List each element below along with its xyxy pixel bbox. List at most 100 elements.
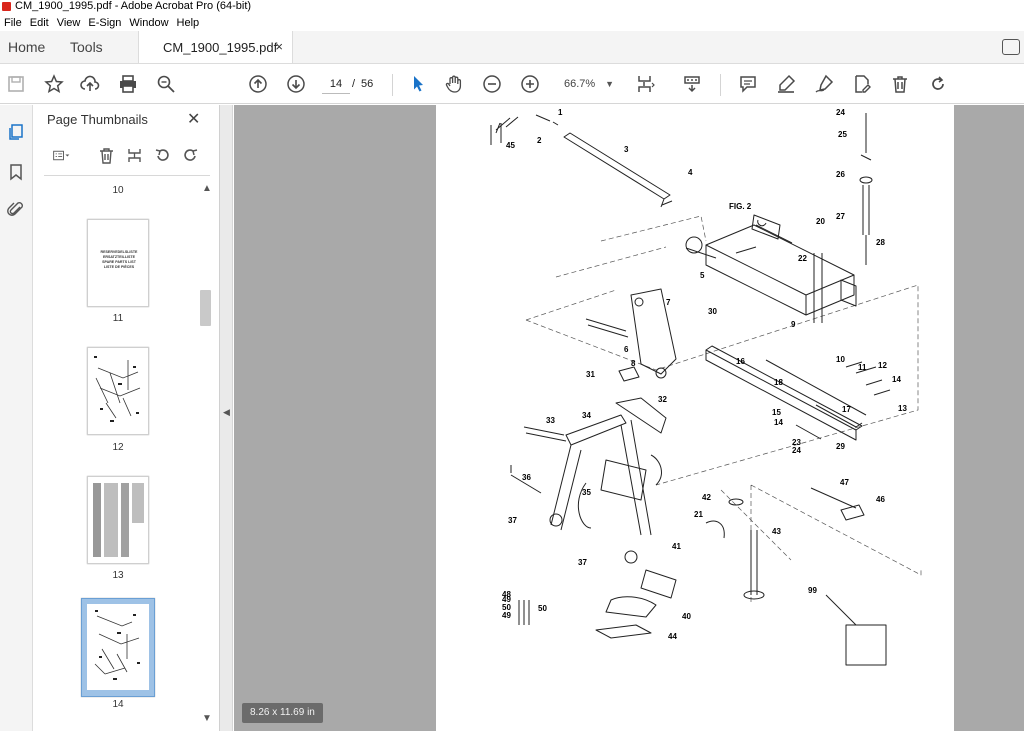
thumbnail-page-12[interactable] [87,347,149,435]
menu-edit[interactable]: Edit [26,17,49,29]
callout: 5 [700,271,705,280]
share-icon[interactable] [1002,39,1020,55]
thumbnail-page-11[interactable]: RESERVEDELSLISTE ERSATZTEILLISTE SPARE P… [87,219,149,307]
callout: 27 [836,212,845,221]
toolbar: 14 / 56 66.7% ▼ [0,64,1024,104]
thumb-line: LISTE DE PIÈCES [103,265,135,269]
thumbnail-diagram [94,356,141,422]
callout: 6 [624,345,629,354]
callout: 24 [792,446,801,455]
menu-esign[interactable]: E-Sign [84,17,121,29]
callout: 15 [772,408,781,417]
page-fit-icon[interactable] [634,72,658,96]
panel-scrollbar-thumb[interactable] [200,290,211,326]
menu-bar: File Edit View E-Sign Window Help [0,14,1024,31]
callout-labels: 1 2 3 4 5 6 7 8 9 10 11 12 13 14 14 15 1… [502,108,907,641]
page-thumbnails-icon[interactable] [6,122,26,142]
thumbnail-options-icon[interactable] [46,145,76,165]
callout: 3 [624,145,629,154]
callout: 14 [892,375,901,384]
callout: 29 [836,442,845,451]
panel-divider [44,175,210,176]
callout: 40 [682,612,691,621]
callout: 12 [878,361,887,370]
edit-icon[interactable] [850,72,874,96]
zoom-in-icon[interactable] [518,72,542,96]
hand-icon[interactable] [442,72,466,96]
callout: 32 [658,395,667,404]
tab-document-label: CM_1900_1995.pdf [163,39,278,55]
title-bar: CM_1900_1995.pdf - Adobe Acrobat Pro (64… [0,0,1024,13]
callout: 7 [666,298,671,307]
print-icon[interactable] [116,72,140,96]
thumbnail-label-12: 12 [112,442,124,453]
document-canvas[interactable]: 1 2 3 4 5 6 7 8 9 10 11 12 13 14 14 15 1… [234,105,1024,731]
bookmark-star-icon[interactable] [42,72,66,96]
callout: 46 [876,495,885,504]
callout: 43 [772,527,781,536]
select-cursor-icon[interactable] [406,72,430,96]
page-number-input[interactable]: 14 [322,74,350,94]
rotate-right-icon[interactable] [180,145,200,165]
page-up-icon[interactable] [246,72,270,96]
thumbnail-label-13: 13 [112,570,124,581]
redo-icon[interactable] [926,72,950,96]
thumbnail-page-14-selected[interactable] [81,598,155,697]
panel-title: Page Thumbnails [47,112,148,127]
callout: 14 [774,418,783,427]
collapse-arrow-icon: ◀ [223,407,230,417]
callout: 37 [578,558,587,567]
thumbnail-page-13[interactable] [87,476,149,564]
comment-icon[interactable] [736,72,760,96]
close-tab-icon[interactable]: × [275,39,283,54]
callout: 18 [774,378,783,387]
callout: 22 [798,254,807,263]
callout: 21 [694,510,703,519]
upload-icon[interactable] [78,72,102,96]
menu-window[interactable]: Window [125,17,168,29]
highlight-icon[interactable] [774,72,798,96]
page-down-icon[interactable] [284,72,308,96]
bookmark-icon[interactable] [6,162,26,182]
attachment-icon[interactable] [6,200,26,220]
tab-tools[interactable]: Tools [70,31,130,63]
close-panel-icon[interactable]: ✕ [187,109,200,129]
menu-view[interactable]: View [53,17,81,29]
delete-icon[interactable] [888,72,912,96]
menu-file[interactable]: File [0,17,22,29]
delete-page-icon[interactable] [96,145,116,165]
callout: 31 [586,370,595,379]
callout: 10 [836,355,845,364]
panel-collapse-handle[interactable]: ◀ [220,105,233,731]
scroll-up-icon[interactable]: ▲ [202,183,212,194]
thumbnail-diagram [94,610,140,680]
zoom-out-icon[interactable] [480,72,504,96]
page-separator: / [352,78,356,90]
toolbar-divider [720,74,721,96]
callout: 35 [582,488,591,497]
callout: 24 [836,108,845,117]
thumbnail-label-14: 14 [112,699,124,710]
callout: 47 [840,478,849,487]
extract-page-icon[interactable] [124,145,144,165]
save-icon[interactable] [4,72,28,96]
tab-home[interactable]: Home [8,31,64,63]
callout: 37 [508,516,517,525]
callout: 50 [538,604,547,613]
callout: 17 [842,405,851,414]
zoom-select[interactable]: 66.7% ▼ [560,74,616,94]
callout: 13 [898,404,907,413]
callout: 49 [502,611,511,620]
search-zoom-icon[interactable] [154,72,178,96]
callout: 50 [502,603,511,612]
sign-icon[interactable] [812,72,836,96]
callout: 26 [836,170,845,179]
thumbnail-parts-table [93,483,144,557]
tab-document[interactable]: CM_1900_1995.pdf × [138,31,293,63]
scroll-down-icon[interactable]: ▼ [202,713,212,724]
callout: FIG. 2 [729,202,752,211]
zoom-value: 66.7% [564,78,596,90]
scroll-mode-icon[interactable] [680,72,704,96]
rotate-left-icon[interactable] [152,145,172,165]
menu-help[interactable]: Help [173,17,200,29]
